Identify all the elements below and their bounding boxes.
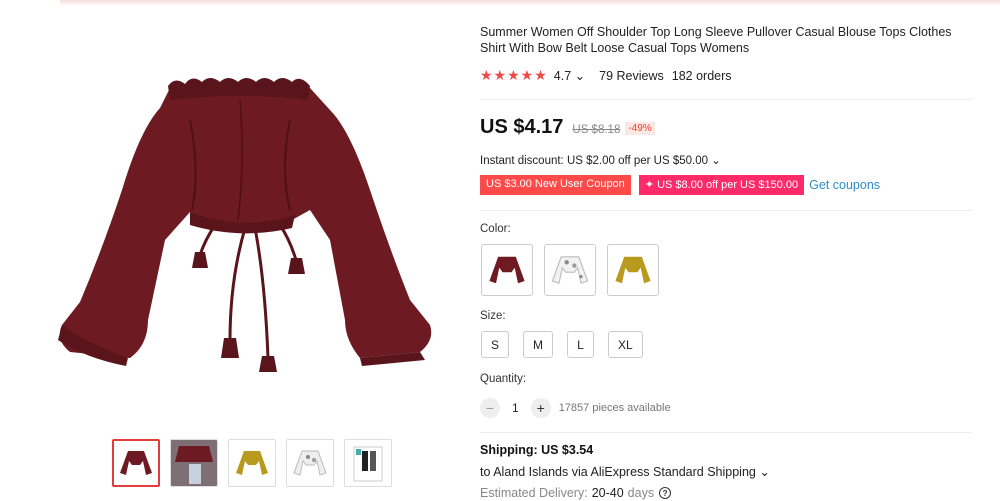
get-coupons-link[interactable]: Get coupons	[809, 178, 880, 192]
new-user-coupon[interactable]: US $3.00 New User Coupon	[480, 175, 631, 195]
estimated-value: 20-40	[591, 486, 624, 500]
reviews-link[interactable]: 79 Reviews	[599, 69, 664, 83]
color-option-white-floral[interactable]	[544, 244, 596, 296]
shipping-cost: Shipping: US $3.54	[480, 443, 594, 457]
size-option-m[interactable]: M	[523, 331, 554, 358]
color-label: Color:	[480, 223, 511, 235]
stock-available: 17857 pieces available	[558, 402, 671, 414]
thumbnail-1[interactable]	[112, 439, 160, 487]
main-product-image[interactable]	[40, 40, 460, 420]
thumbnail-3[interactable]	[228, 439, 276, 487]
estimated-unit: days	[627, 486, 655, 500]
rating-value[interactable]: 4.7 ⌄	[554, 68, 585, 83]
current-price: US $4.17	[480, 116, 564, 138]
original-price: US $8.18	[572, 124, 621, 136]
estimated-delivery: Estimated Delivery: 20-40 days ?	[480, 486, 672, 500]
store-coupon[interactable]: ✦ US $8.00 off per US $150.00	[638, 175, 805, 195]
product-title: Summer Women Off Shoulder Top Long Sleev…	[480, 25, 952, 55]
thumbnail-2[interactable]	[170, 439, 218, 487]
color-option-wine[interactable]	[481, 244, 533, 296]
instant-discount[interactable]: Instant discount: US $2.00 off per US $5…	[480, 153, 721, 167]
chevron-down-icon: ⌄	[574, 69, 586, 83]
plus-icon[interactable]: +	[530, 398, 551, 418]
divider	[480, 432, 972, 433]
size-label: Size:	[480, 310, 506, 322]
thumbnail-5[interactable]	[344, 439, 392, 487]
discount-badge: -49%	[625, 122, 655, 135]
color-option-mustard[interactable]	[607, 244, 659, 296]
divider	[480, 210, 972, 211]
estimated-label: Estimated Delivery:	[480, 486, 588, 500]
quantity-value[interactable]: 1	[512, 401, 519, 415]
star-icon: ★★★★★	[480, 67, 548, 83]
color-options	[481, 244, 659, 296]
divider	[480, 99, 972, 100]
quantity-label: Quantity:	[480, 373, 527, 385]
quantity-stepper: − 1 + 17857 pieces available	[480, 398, 671, 418]
shipping-destination[interactable]: to Aland Islands via AliExpress Standard…	[480, 464, 770, 479]
size-option-xl[interactable]: XL	[608, 331, 643, 358]
thumbnail-strip	[112, 439, 392, 487]
size-option-l[interactable]: L	[567, 331, 595, 358]
orders-count: 182 orders	[671, 68, 732, 83]
size-option-s[interactable]: S	[481, 331, 510, 358]
top-shadow	[60, 0, 1000, 6]
thumbnail-4[interactable]	[286, 439, 334, 487]
minus-icon[interactable]: −	[480, 398, 500, 418]
coupons-row: US $3.00 New User Coupon ✦ US $8.00 off …	[480, 175, 880, 195]
price-row: US $4.17 US $8.18 -49%	[480, 116, 655, 139]
question-circle-icon[interactable]: ?	[659, 487, 672, 499]
rating-row: ★★★★★ 4.7 ⌄ 79 Reviews 182 orders	[480, 67, 732, 84]
size-options: S M L XL	[481, 331, 643, 358]
